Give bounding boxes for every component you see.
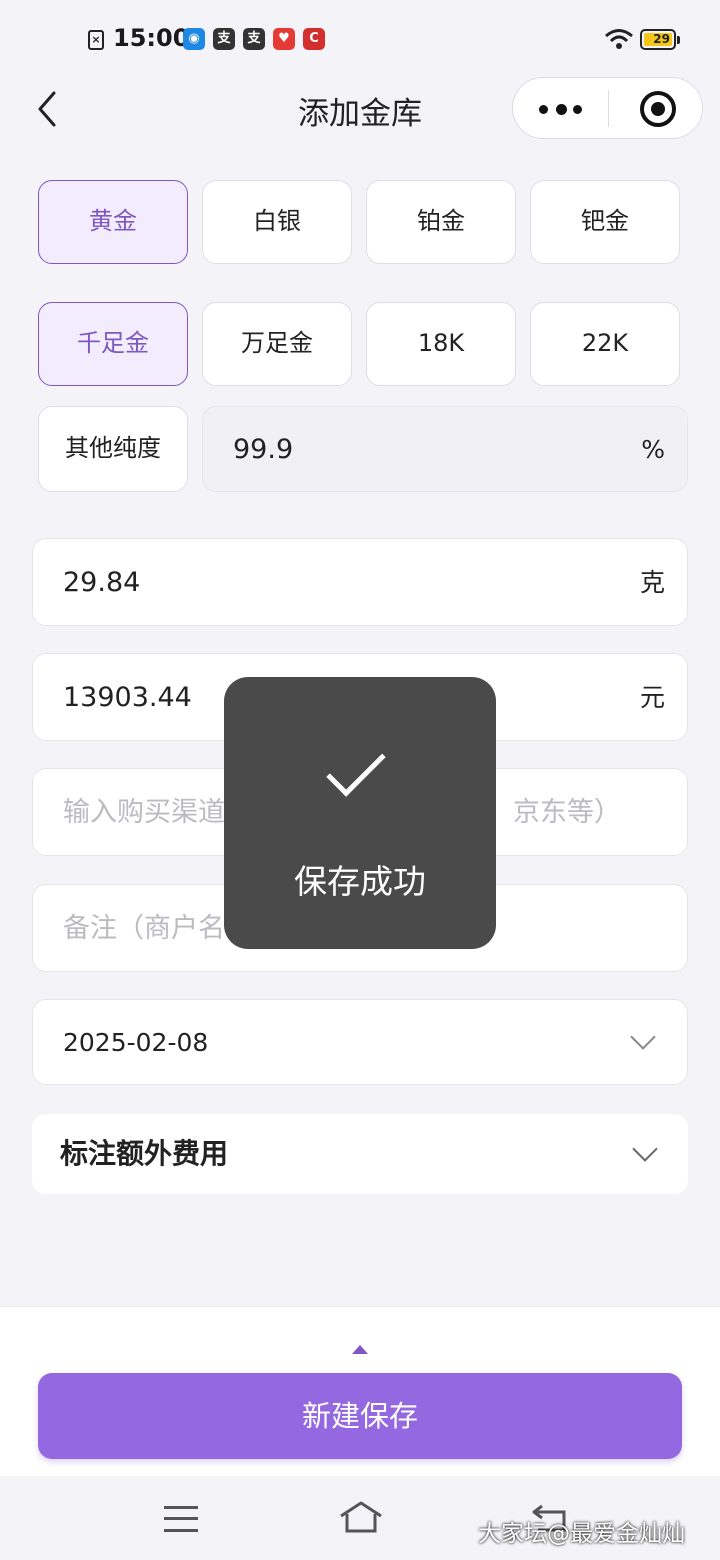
app-icon-blue: ◉ [183,28,205,50]
chevron-down-icon [632,1136,658,1162]
home-icon[interactable] [337,1500,385,1534]
chip-metal-platinum[interactable]: 铂金 [366,180,516,264]
chip-other-purity[interactable]: 其他纯度 [38,406,188,492]
channel-placeholder-right: 京东等） [513,797,621,828]
menu-icon[interactable] [164,1504,198,1532]
caret-up-icon[interactable] [352,1345,368,1354]
check-icon [326,737,386,797]
capsule-divider [608,90,609,127]
date-value: 2025-02-08 [63,1028,209,1057]
purity-value: 99.9 [233,434,294,465]
purity-unit: % [641,435,665,464]
battery-level: 29 [644,33,672,46]
app-icon-jie-1: 支 [213,28,235,50]
app-icon-red: ♥ [273,28,295,50]
purity-input[interactable]: 99.9 % [202,406,688,492]
success-toast: 保存成功 [224,677,496,949]
chip-metal-gold[interactable]: 黄金 [38,180,188,264]
sim-icon: × [88,30,104,50]
save-button[interactable]: 新建保存 [38,1373,682,1459]
mini-program-capsule [512,77,703,139]
battery-icon: 29 [640,29,680,50]
status-bar: × 15:00 ◉ 支 支 ♥ C 29 [0,0,720,80]
more-dots-icon[interactable] [539,98,583,120]
chevron-down-icon [630,1024,656,1050]
target-icon[interactable] [640,91,676,127]
bottom-panel: 新建保存 [0,1306,720,1476]
chip-purity-999[interactable]: 千足金 [38,302,188,386]
chip-purity-9999[interactable]: 万足金 [202,302,352,386]
watermark: 大家坛@最爱金灿灿 [478,1521,685,1547]
chip-metal-palladium[interactable]: 钯金 [530,180,680,264]
weight-value: 29.84 [63,567,141,598]
extra-fees-toggle[interactable]: 标注额外费用 [32,1114,688,1194]
app-icon-jie-2: 支 [243,28,265,50]
chip-purity-22k[interactable]: 22K [530,302,680,386]
date-select[interactable]: 2025-02-08 [32,999,688,1085]
weight-unit: 克 [639,568,665,597]
extra-fees-label: 标注额外费用 [60,1137,229,1170]
toast-text: 保存成功 [294,862,426,901]
status-time: 15:00 [113,24,190,52]
wifi-icon [605,29,633,49]
app-icon-red-2: C [303,28,325,50]
chip-metal-silver[interactable]: 白银 [202,180,352,264]
price-value: 13903.44 [63,682,192,713]
price-unit: 元 [639,683,665,712]
chip-purity-18k[interactable]: 18K [366,302,516,386]
weight-input[interactable]: 29.84 克 [32,538,688,626]
